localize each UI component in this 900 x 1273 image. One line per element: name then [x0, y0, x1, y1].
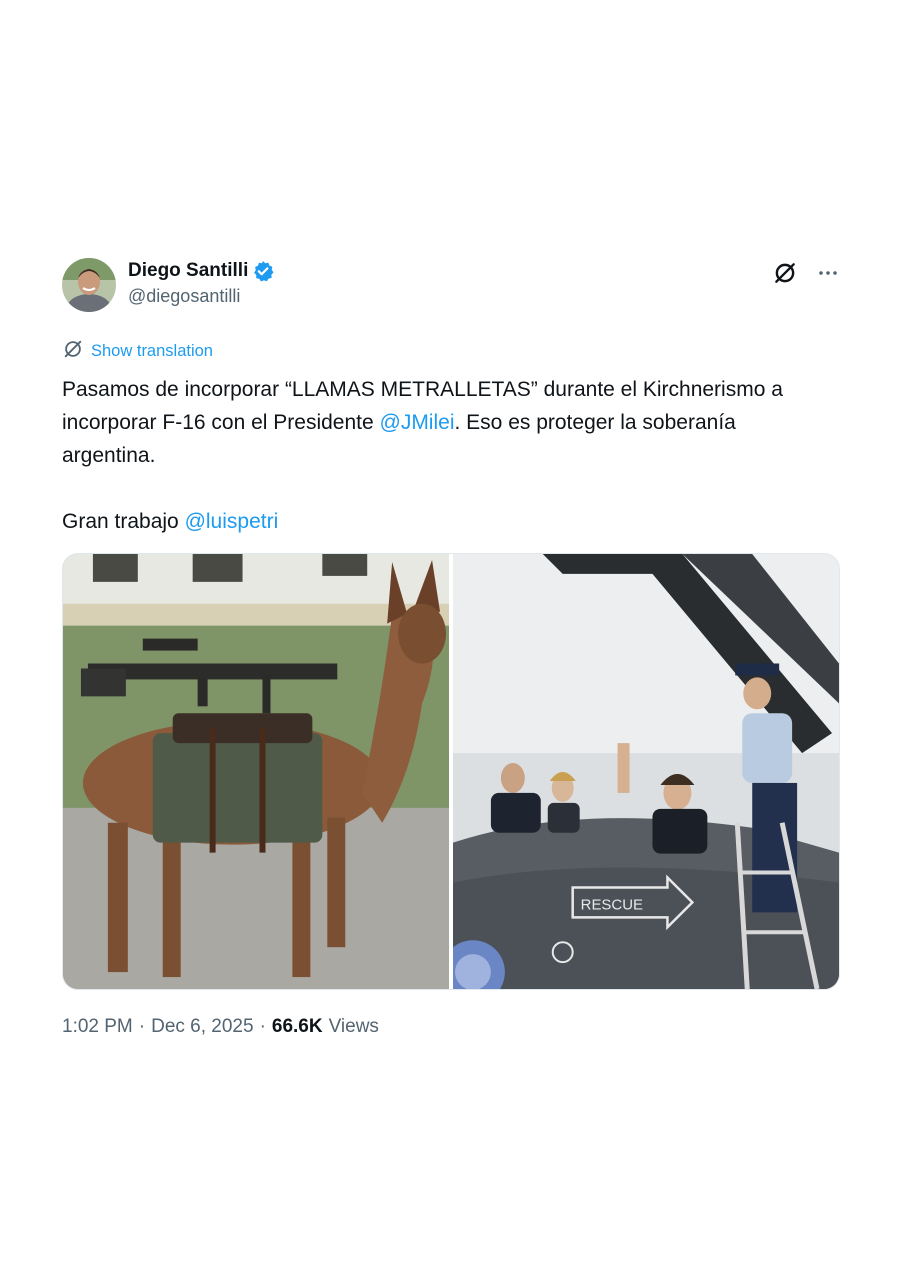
- tweet-header: Diego Santilli @diegosantilli: [62, 256, 840, 316]
- verified-badge-icon: [252, 260, 274, 282]
- tweet-meta: 1:02 PM · Dec 6, 2025 · 66.6K Views: [62, 1016, 840, 1038]
- tweet-text: Pasamos de incorporar “LLAMAS METRALLETA…: [62, 373, 792, 538]
- grok-icon[interactable]: [772, 260, 798, 286]
- meta-separator: ·: [138, 1016, 146, 1037]
- views-label: Views: [328, 1016, 379, 1037]
- more-options-icon[interactable]: [816, 261, 840, 285]
- tweet-date[interactable]: Dec 6, 2025: [151, 1016, 253, 1038]
- media-image-llama[interactable]: [63, 554, 449, 989]
- mention-link-luispetri[interactable]: @luispetri: [185, 510, 279, 533]
- media-image-f16[interactable]: RESCUE: [453, 554, 839, 989]
- tweet-time[interactable]: 1:02 PM: [62, 1016, 133, 1038]
- tweet-text-part: Gran trabajo: [62, 510, 185, 533]
- rescue-label: RESCUE: [581, 896, 643, 913]
- header-actions: [772, 260, 840, 286]
- meta-separator: ·: [259, 1016, 266, 1037]
- translate-icon: [62, 338, 84, 365]
- show-translation-link[interactable]: Show translation: [62, 338, 213, 365]
- author-block: Diego Santilli @diegosantilli: [128, 260, 274, 307]
- author-handle[interactable]: @diegosantilli: [128, 286, 274, 307]
- tweet: Diego Santilli @diegosantilli Show trans…: [62, 256, 840, 1038]
- media-grid: RESCUE: [62, 553, 840, 990]
- tweet-paragraph-1: Pasamos de incorporar “LLAMAS METRALLETA…: [62, 373, 792, 472]
- mention-link-jmilei[interactable]: @JMilei: [380, 411, 455, 434]
- avatar[interactable]: [62, 258, 116, 312]
- show-translation-label: Show translation: [91, 342, 213, 360]
- tweet-paragraph-2: Gran trabajo @luispetri: [62, 505, 792, 538]
- views-count: 66.6K: [271, 1016, 323, 1037]
- author-name[interactable]: Diego Santilli: [128, 260, 248, 282]
